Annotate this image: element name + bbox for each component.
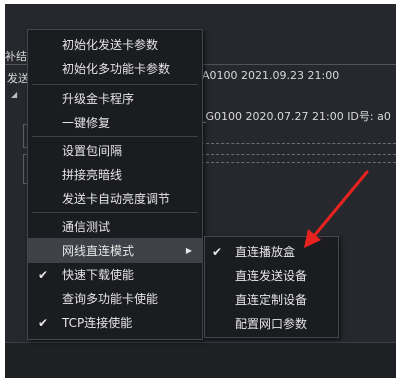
annotation-arrow-icon xyxy=(304,170,369,248)
